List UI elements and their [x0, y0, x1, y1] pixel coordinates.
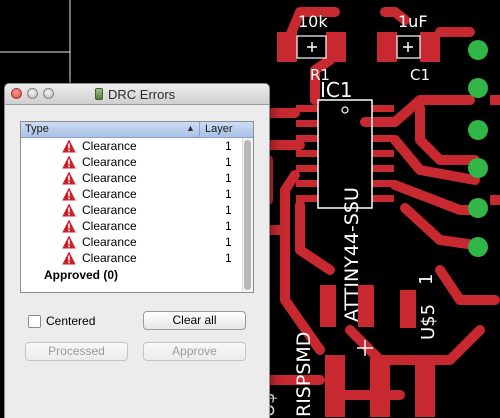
warning-icon: [62, 171, 76, 185]
c1-value-label: 1uF: [398, 12, 428, 31]
error-layer: 1: [225, 187, 232, 201]
error-type: Clearance: [82, 203, 137, 217]
scrollbar-thumb[interactable]: [244, 140, 251, 290]
error-type: Clearance: [82, 171, 137, 185]
error-row[interactable]: Clearance 1: [21, 154, 243, 170]
error-row[interactable]: Clearance 1: [21, 234, 243, 250]
drc-errors-dialog: DRC Errors Type ▲ Layer Clearance 1 Clea…: [4, 83, 270, 418]
error-layer: 1: [225, 171, 232, 185]
centered-label: Centered: [46, 314, 96, 328]
centered-checkbox-control[interactable]: Centered: [28, 314, 95, 328]
error-layer: 1: [225, 203, 232, 217]
pin1-label: 1: [416, 274, 437, 285]
warning-icon: [62, 139, 76, 153]
clear-all-button[interactable]: Clear all: [143, 311, 246, 330]
column-header-type[interactable]: Type: [25, 123, 49, 135]
error-list[interactable]: Type ▲ Layer Clearance 1 Clearance 1 Cle…: [20, 121, 254, 293]
approved-label: Approved (0): [44, 268, 119, 282]
approve-button[interactable]: Approve: [143, 342, 246, 361]
error-row[interactable]: Clearance 1: [21, 138, 243, 154]
error-row[interactable]: Clearance 1: [21, 170, 243, 186]
warning-icon: [62, 251, 76, 265]
error-type: Clearance: [82, 155, 137, 169]
centered-checkbox[interactable]: [28, 314, 41, 328]
r1-value-label: 10k: [298, 12, 328, 31]
zoom-window-button[interactable]: [43, 88, 54, 99]
risp-label: RISPSMD: [293, 332, 315, 417]
error-row[interactable]: Clearance 1: [21, 186, 243, 202]
warning-icon: [62, 203, 76, 217]
error-row[interactable]: Clearance 1: [21, 218, 243, 234]
processed-button[interactable]: Processed: [25, 342, 128, 361]
window-title: DRC Errors: [108, 86, 176, 102]
list-scrollbar[interactable]: [242, 138, 253, 292]
warning-icon: [62, 235, 76, 249]
warning-icon: [62, 219, 76, 233]
error-type: Clearance: [82, 187, 137, 201]
error-layer: 1: [225, 219, 232, 233]
minimize-window-button[interactable]: [27, 88, 38, 99]
document-icon: [95, 88, 103, 100]
error-layer: 1: [225, 251, 232, 265]
sort-ascending-icon: ▲: [186, 123, 195, 133]
error-layer: 1: [225, 139, 232, 153]
error-type: Clearance: [82, 139, 137, 153]
error-type: Clearance: [82, 235, 137, 249]
us5-label: U$5: [418, 304, 439, 340]
error-row[interactable]: Clearance 1: [21, 250, 243, 266]
ic1-name-label: IC1: [320, 78, 353, 102]
error-type: Clearance: [82, 219, 137, 233]
list-header: Type ▲ Layer: [21, 122, 253, 138]
title-bar[interactable]: DRC Errors: [5, 84, 269, 105]
error-row[interactable]: Clearance 1: [21, 202, 243, 218]
c1-name-label: C1: [410, 66, 430, 84]
warning-icon: [62, 187, 76, 201]
error-layer: 1: [225, 235, 232, 249]
column-header-layer[interactable]: Layer: [205, 123, 233, 135]
close-window-button[interactable]: [11, 88, 22, 99]
warning-icon: [62, 155, 76, 169]
error-layer: 1: [225, 155, 232, 169]
error-type: Clearance: [82, 251, 137, 265]
ic-part-label: ATTINY44-SSU: [341, 187, 363, 322]
approved-group[interactable]: Approved (0): [21, 266, 243, 282]
error-rows: Clearance 1 Clearance 1 Clearance 1 Clea…: [21, 138, 243, 282]
